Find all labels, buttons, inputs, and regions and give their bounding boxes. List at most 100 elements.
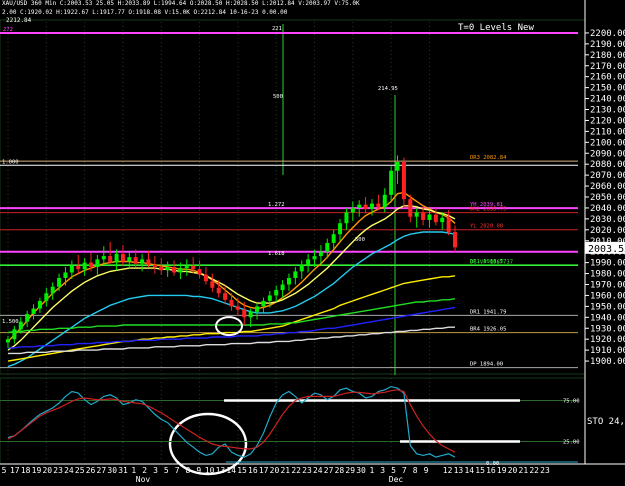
candle-body [159,267,164,271]
candle-body [363,204,368,210]
hline-label: 221 [272,26,282,32]
candle-body [248,311,253,318]
level-label: YL 2020.08 [470,224,503,230]
date-label: 20 [42,466,52,475]
candle-body [427,214,432,220]
date-label: 15 [237,466,247,475]
candle-body [312,256,317,260]
date-label: 5 [391,466,396,475]
candle-body [191,265,196,270]
candle-body [184,265,189,269]
candle-body [446,217,451,232]
fib-label: 1.272 [268,202,285,208]
stochastic-line [7,385,456,458]
date-label: 25 [75,466,85,475]
candle-body [165,267,170,271]
candle-body [108,256,113,263]
candle-body [216,287,221,294]
y-tick-label: 2140.00 [590,95,625,105]
date-label: 22 [291,466,301,475]
y-tick-label: 1960.00 [590,291,625,301]
fib-label: 1.500 [2,319,19,325]
y-tick-label: 1940.00 [590,313,625,323]
candle-body [376,203,381,207]
candle-body [344,212,349,224]
date-label: 9 [196,466,201,475]
level-label: 1.000 [2,159,19,165]
y-tick-label: 2170.00 [590,62,625,72]
candle-body [63,272,68,278]
candle-body [210,281,215,288]
candle-body [235,306,240,310]
candle-body [127,257,132,262]
candle-body [318,251,323,257]
y-tick-label: 2030.00 [590,215,625,225]
candle-body [89,262,94,267]
date-label: 26 [86,466,96,475]
y-tick-label: 1950.00 [590,302,625,312]
candle-body [453,232,457,248]
candle-body [293,271,298,278]
candle-body [197,269,202,275]
candle-body [6,339,10,343]
level-label: DR2 2035.75 [470,207,506,213]
candle-body [286,277,291,285]
candle-body [255,306,260,312]
date-label: 13 [216,466,226,475]
y-tick-label: 2150.00 [590,84,625,94]
date-label: 19 [32,466,42,475]
y-tick-label: 1930.00 [590,324,625,334]
date-label: 1 [369,466,374,475]
y-tick-label: 1900.00 [590,357,625,367]
candle-body [223,293,228,300]
stochastic-pane [0,377,586,465]
date-label: 8 [413,466,418,475]
date-label: 30 [107,466,117,475]
date-label: 13 [454,466,464,475]
date-label: 15 [475,466,485,475]
date-label: 16 [486,466,496,475]
date-label: 1 [131,466,136,475]
date-label: 2 [142,466,147,475]
y-tick-label: 1970.00 [590,281,625,291]
level-label: DC:VP 1987.37 [470,260,513,266]
y-tick-label: 2050.00 [590,193,625,203]
candle-body [382,194,387,207]
date-label: 16 [248,466,258,475]
y-tick-label: 2190.00 [590,40,625,50]
level-label: BR4 1926.05 [470,327,506,333]
candle-body [401,162,406,200]
y-tick-label: 2180.00 [590,51,625,61]
date-label: 29 [345,466,355,475]
candle-body [338,223,343,235]
y-tick-label: 2070.00 [590,171,625,181]
candle-body [267,295,272,301]
date-label: 20 [270,466,280,475]
y-tick-label: 1920.00 [590,335,625,345]
candle-body [261,300,266,307]
date-label: 31 [118,466,128,475]
sto-indicator-label: STO 24, [587,417,625,427]
y-tick-label: 2080.00 [590,160,625,170]
level-label: DR1 1941.79 [470,309,506,315]
level-label: DR3 2082.84 [470,155,507,161]
y-tick-label: 2160.00 [590,73,625,83]
date-label: 3 [380,466,385,475]
date-label: 5 [164,466,169,475]
candle-body [120,253,125,262]
candle-body [274,289,279,296]
indicator-title: T=0 Levels New [458,23,534,33]
candle-body [203,274,208,282]
fib-label: 214.95 [378,86,398,92]
level-label: 272 [3,27,13,33]
y-tick-label: 1910.00 [590,346,625,356]
date-label: 12 [443,466,453,475]
y-tick-label: 2110.00 [590,127,625,137]
candle-body [299,264,304,272]
chart-window: XAU/USD 360 Min C:2003.53 25.05 H:2033.8… [0,0,625,486]
date-label: 14 [226,466,236,475]
y-tick-label: 1990.00 [590,259,625,269]
date-label: 21 [519,466,529,475]
candle-body [95,259,100,267]
date-label: 19 [497,466,507,475]
